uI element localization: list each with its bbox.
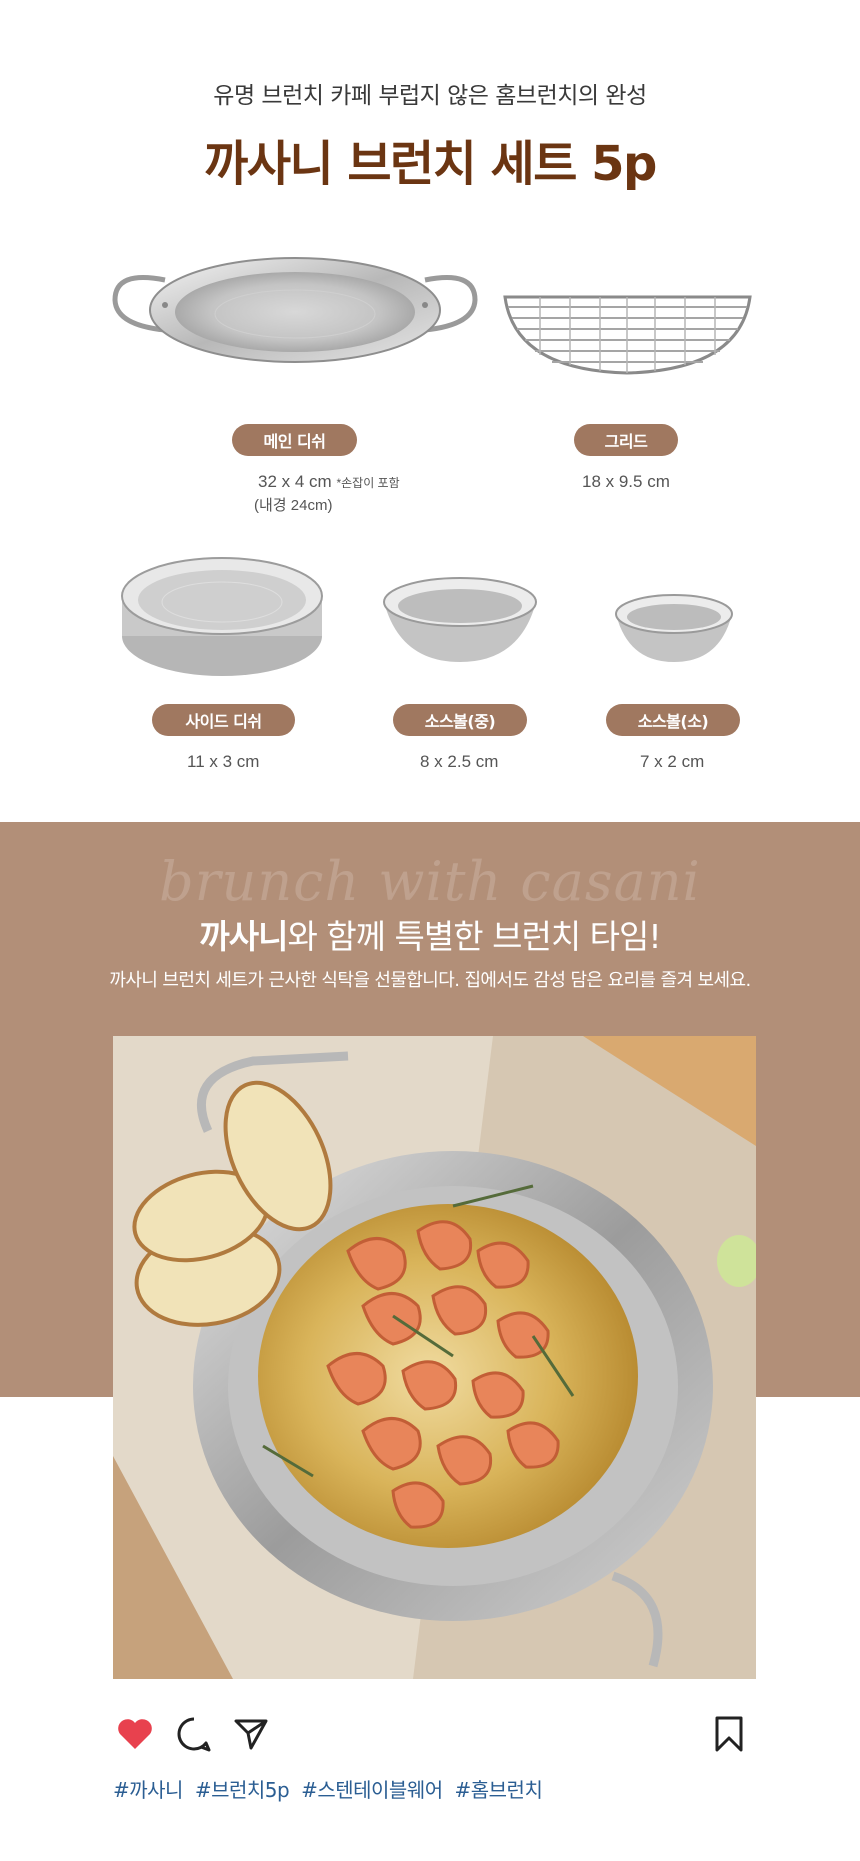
script-watermark: brunch with casani <box>159 850 701 913</box>
share-button[interactable] <box>229 1712 273 1756</box>
hashtag[interactable]: #홈브런치 <box>455 1778 543 1802</box>
item-label-sauce-bowl-small: 소스볼(소) <box>606 704 740 736</box>
bookmark-button[interactable] <box>707 1712 751 1756</box>
heart-icon <box>118 1719 152 1749</box>
band-description: 까사니 브런치 세트가 근사한 식탁을 선물합니다. 집에서도 감성 담은 요리… <box>109 970 751 991</box>
grid-image <box>500 285 755 385</box>
item-size-grid: 18 x 9.5 cm <box>582 472 670 491</box>
hashtags: #까사니 #브런치5p #스텐테이블웨어 #홈브런치 <box>113 1774 548 1803</box>
comment-button[interactable] <box>172 1712 216 1756</box>
item-size-sauce-bowl-small: 7 x 2 cm <box>640 752 705 771</box>
hashtag[interactable]: #까사니 <box>113 1778 183 1802</box>
hashtag[interactable]: #스텐테이블웨어 <box>301 1778 443 1802</box>
bookmark-icon <box>715 1716 743 1752</box>
item-label-main-dish: 메인 디쉬 <box>232 424 357 456</box>
sauce-bowl-small-image <box>612 592 736 664</box>
social-actions <box>0 1712 860 1762</box>
like-button[interactable] <box>113 1712 157 1756</box>
send-icon <box>234 1719 268 1750</box>
sauce-bowl-medium-image <box>380 574 540 664</box>
item-label-grid: 그리드 <box>574 424 678 456</box>
item-size-sauce-bowl-medium: 8 x 2.5 cm <box>420 752 499 771</box>
item-size-main-dish: 32 x 4 cm *손잡이 포함 <box>258 472 400 491</box>
side-dish-image <box>120 556 325 681</box>
item-size-side-dish: 11 x 3 cm <box>187 752 260 771</box>
brunch-photo <box>113 1036 756 1679</box>
item-label-side-dish: 사이드 디쉬 <box>152 704 295 736</box>
subtitle: 유명 브런치 카페 부럽지 않은 홈브런치의 완성 <box>213 83 647 109</box>
main-dish-image <box>110 250 480 400</box>
page-title: 까사니 브런치 세트 5p <box>204 136 657 192</box>
item-label-sauce-bowl-medium: 소스볼(중) <box>393 704 527 736</box>
item-size-extra: (내경 24cm) <box>254 497 333 514</box>
comment-icon <box>177 1717 211 1752</box>
product-section: 유명 브런치 카페 부럽지 않은 홈브런치의 완성 까사니 브런치 세트 5p … <box>0 0 860 822</box>
band-title: 까사니와 함께 특별한 브런치 타임! <box>199 917 661 956</box>
hashtag[interactable]: #브런치5p <box>195 1778 290 1802</box>
